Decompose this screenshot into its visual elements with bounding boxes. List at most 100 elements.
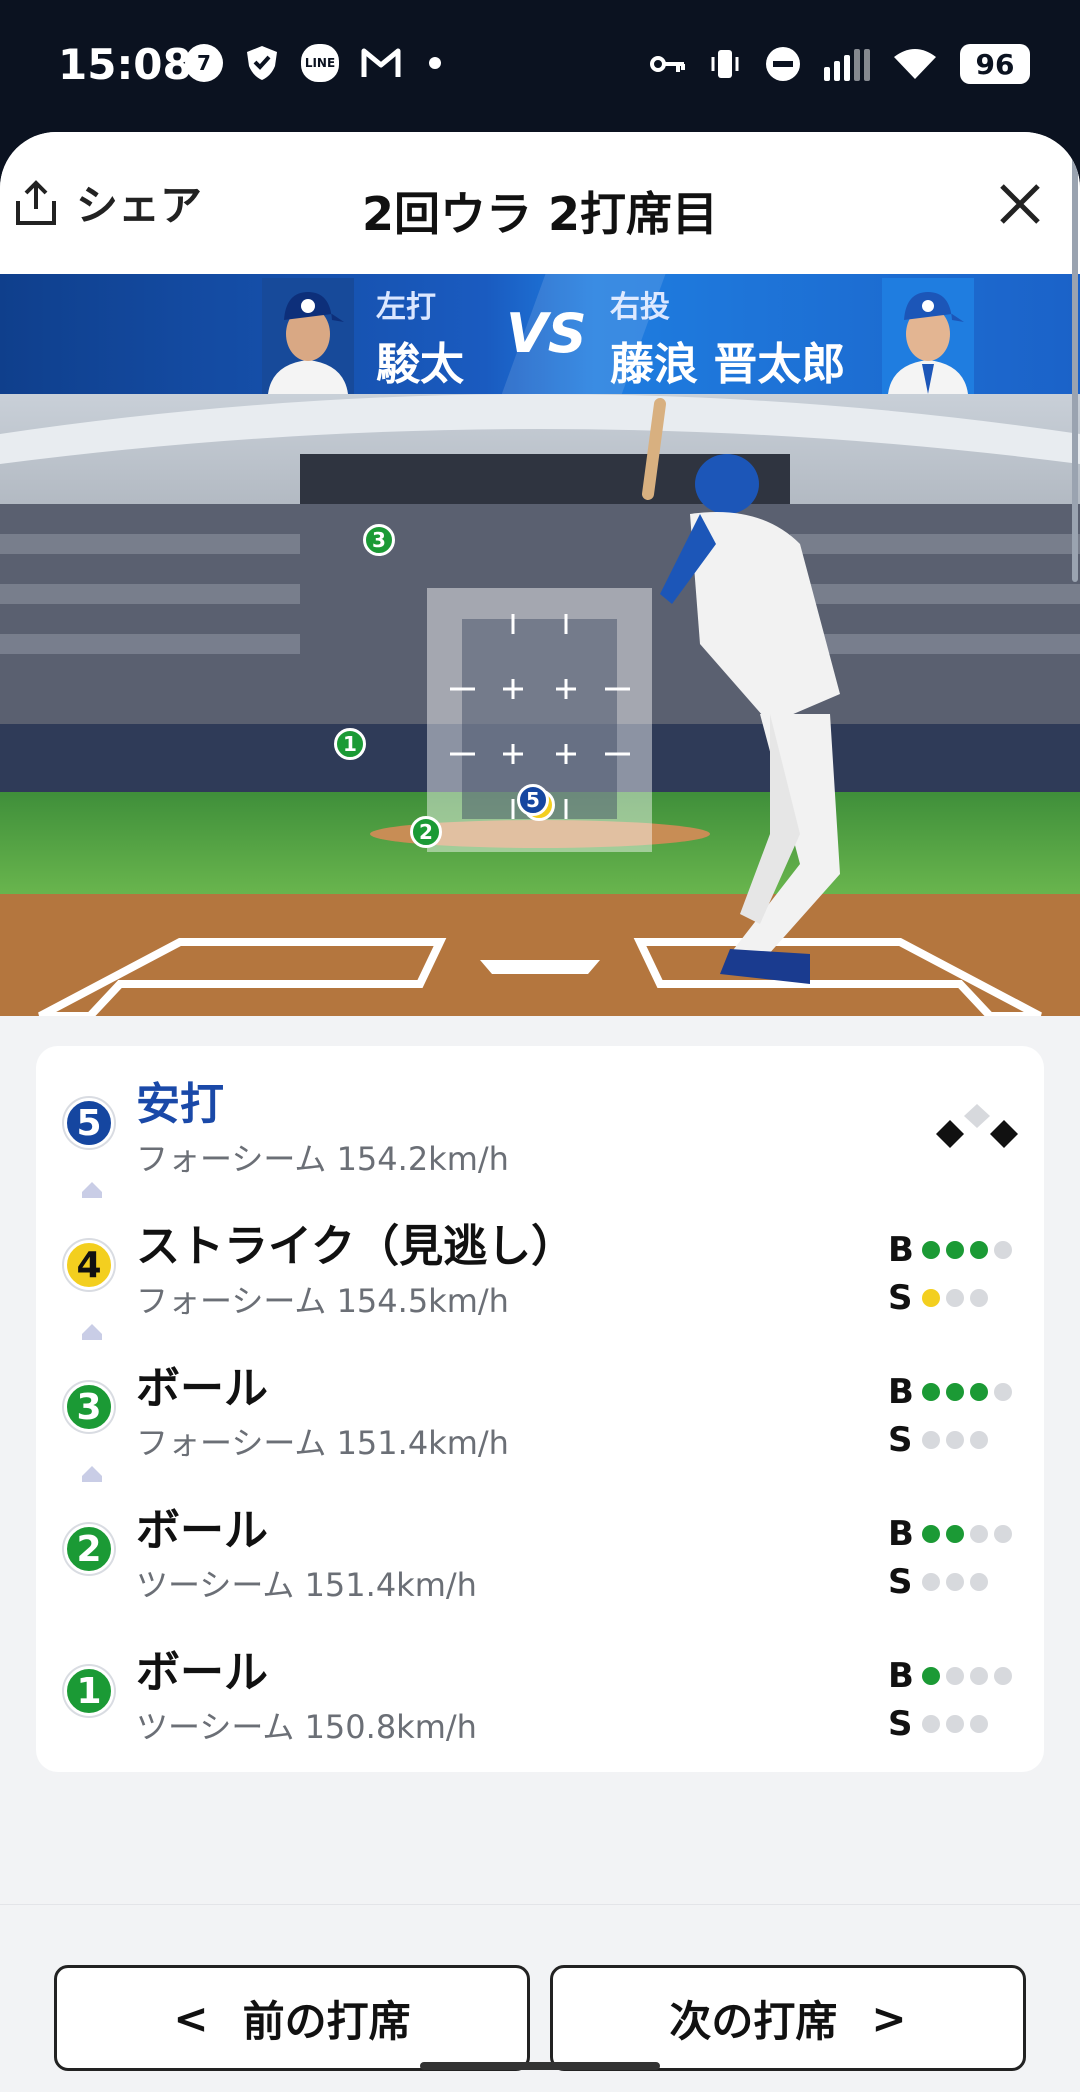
batter-hand: 左打 [376,290,436,325]
next-at-bat-button[interactable]: 次の打席 > [550,1965,1026,2071]
footer-nav: < 前の打席 次の打席 > [0,1904,1080,2092]
pitch-type-speed: ツーシーム 150.8km/h [136,1708,477,1746]
batter-name: 駿太 [376,339,464,390]
batter-avatar [262,278,354,394]
status-bar: 15:08 7 LINE 96 [0,0,1080,132]
prev-at-bat-button[interactable]: < 前の打席 [54,1965,530,2071]
shield-icon [247,46,277,80]
pitch-mark-5[interactable]: 5 [517,784,549,816]
ball-count-dot [994,1383,1012,1401]
pitch-row[interactable]: 2 ボール ツーシーム 151.4km/h B S [36,1466,1044,1614]
sequence-arrow-stem [82,1476,102,1482]
at-bat-sheet: シェア 2回ウラ 2打席目 左打 駿太 VS 右投 藤浪 晋太郎 3 1 2 5… [0,132,1080,2092]
ball-count-dot [994,1241,1012,1259]
ball-label: B [888,1372,914,1412]
pitch-row[interactable]: 5 安打 フォーシーム 154.2km/h [36,1046,1044,1188]
ball-count-dot [922,1667,940,1685]
strike-label: S [888,1420,913,1460]
ball-count-dot [970,1525,988,1543]
pitch-result: 安打 [136,1079,224,1130]
sequence-arrow-icon [82,1182,102,1192]
pitch-type-speed: フォーシーム 154.2km/h [136,1140,509,1178]
strike-count-dot [970,1431,988,1449]
strike-count-dot [970,1715,988,1733]
ball-label: B [888,1230,914,1270]
dot-icon [429,57,441,69]
sequence-arrow-stem [82,1334,102,1340]
sequence-arrow-icon [82,1466,102,1476]
strike-count-dot [922,1715,940,1733]
ball-count-dot [946,1667,964,1685]
next-at-bat-label: 次の打席 [669,1996,838,2046]
scrollbar[interactable] [1072,132,1078,582]
strike-count-dot [970,1289,988,1307]
pitch-number-badge: 4 [64,1240,114,1290]
ball-count-dot [922,1241,940,1259]
ball-strike-count: B S [888,1368,1018,1464]
pitch-mark-1[interactable]: 1 [334,728,366,760]
strike-count-dot [946,1573,964,1591]
pitch-number-badge: 3 [64,1382,114,1432]
status-time: 15:08 [58,40,192,89]
strike-count-dot [922,1573,940,1591]
pitch-number-badge: 1 [64,1666,114,1716]
ball-count-dot [946,1383,964,1401]
ball-count-dot [970,1667,988,1685]
strike-count-dot [922,1431,940,1449]
pitch-number-badge: 2 [64,1524,114,1574]
ball-count-dot [994,1525,1012,1543]
pitch-row[interactable]: 1 ボール ツーシーム 150.8km/h B S [36,1614,1044,1756]
system-icons: 96 [650,44,1030,84]
pitch-mark-2[interactable]: 2 [410,816,442,848]
pitch-type-speed: フォーシーム 151.4km/h [136,1424,509,1462]
ball-label: B [888,1656,914,1696]
pitch-mark-3[interactable]: 3 [363,524,395,556]
ball-strike-count: B S [888,1510,1018,1606]
pitch-row[interactable]: 3 ボール フォーシーム 151.4km/h B S [36,1324,1044,1472]
pitch-number-badge: 5 [64,1098,114,1148]
pitch-result: ボール [136,1505,268,1556]
ball-count-dot [970,1383,988,1401]
wifi-icon [894,49,936,79]
page-title: 2回ウラ 2打席目 [361,187,719,241]
pitch-result: ストライク（見逃し） [136,1221,576,1272]
pitcher-hand: 右投 [610,290,670,325]
line-app-icon: LINE [301,44,339,82]
pitch-list: 5 安打 フォーシーム 154.2km/h 4 ストライク（見逃し） フォーシー… [36,1046,1044,1772]
seven-eleven-icon: 7 [185,44,223,82]
vibrate-icon [711,50,739,78]
chevron-left-icon: < [173,1993,209,2043]
home-indicator[interactable] [420,2062,660,2070]
strike-count-dot [946,1289,964,1307]
pitcher-avatar [882,278,974,394]
ball-strike-count: B S [888,1226,1018,1322]
prev-at-bat-label: 前の打席 [242,1996,411,2046]
strike-count-dot [946,1715,964,1733]
vs-label: VS [506,302,587,365]
bases-diamond-icon [936,1104,1018,1148]
pitch-result: ボール [136,1363,268,1414]
ball-count-dot [994,1667,1012,1685]
pitch-result: ボール [136,1647,268,1698]
ball-count-dot [946,1525,964,1543]
signal-icon [824,47,870,81]
battery-indicator: 96 [960,44,1030,84]
ball-count-dot [946,1241,964,1259]
strike-label: S [888,1562,913,1602]
pitch-row[interactable]: 4 ストライク（見逃し） フォーシーム 154.5km/h B S [36,1182,1044,1330]
sequence-arrow-stem [82,1192,102,1198]
strike-count-dot [970,1573,988,1591]
pitch-type-speed: フォーシーム 154.5km/h [136,1282,509,1320]
chevron-right-icon: > [871,1993,907,2043]
ball-count-dot [922,1525,940,1543]
ball-label: B [888,1514,914,1554]
close-icon[interactable] [996,180,1044,228]
strike-label: S [888,1704,913,1744]
sheet-header: シェア 2回ウラ 2打席目 [0,132,1080,274]
ball-count-dot [922,1383,940,1401]
stadium-illustration [0,394,1080,1016]
matchup-banner: 左打 駿太 VS 右投 藤浪 晋太郎 [0,274,1080,394]
notification-icons: 7 LINE [185,44,441,82]
ball-strike-count: B S [888,1652,1018,1748]
pitcher-name: 藤浪 晋太郎 [610,339,846,390]
